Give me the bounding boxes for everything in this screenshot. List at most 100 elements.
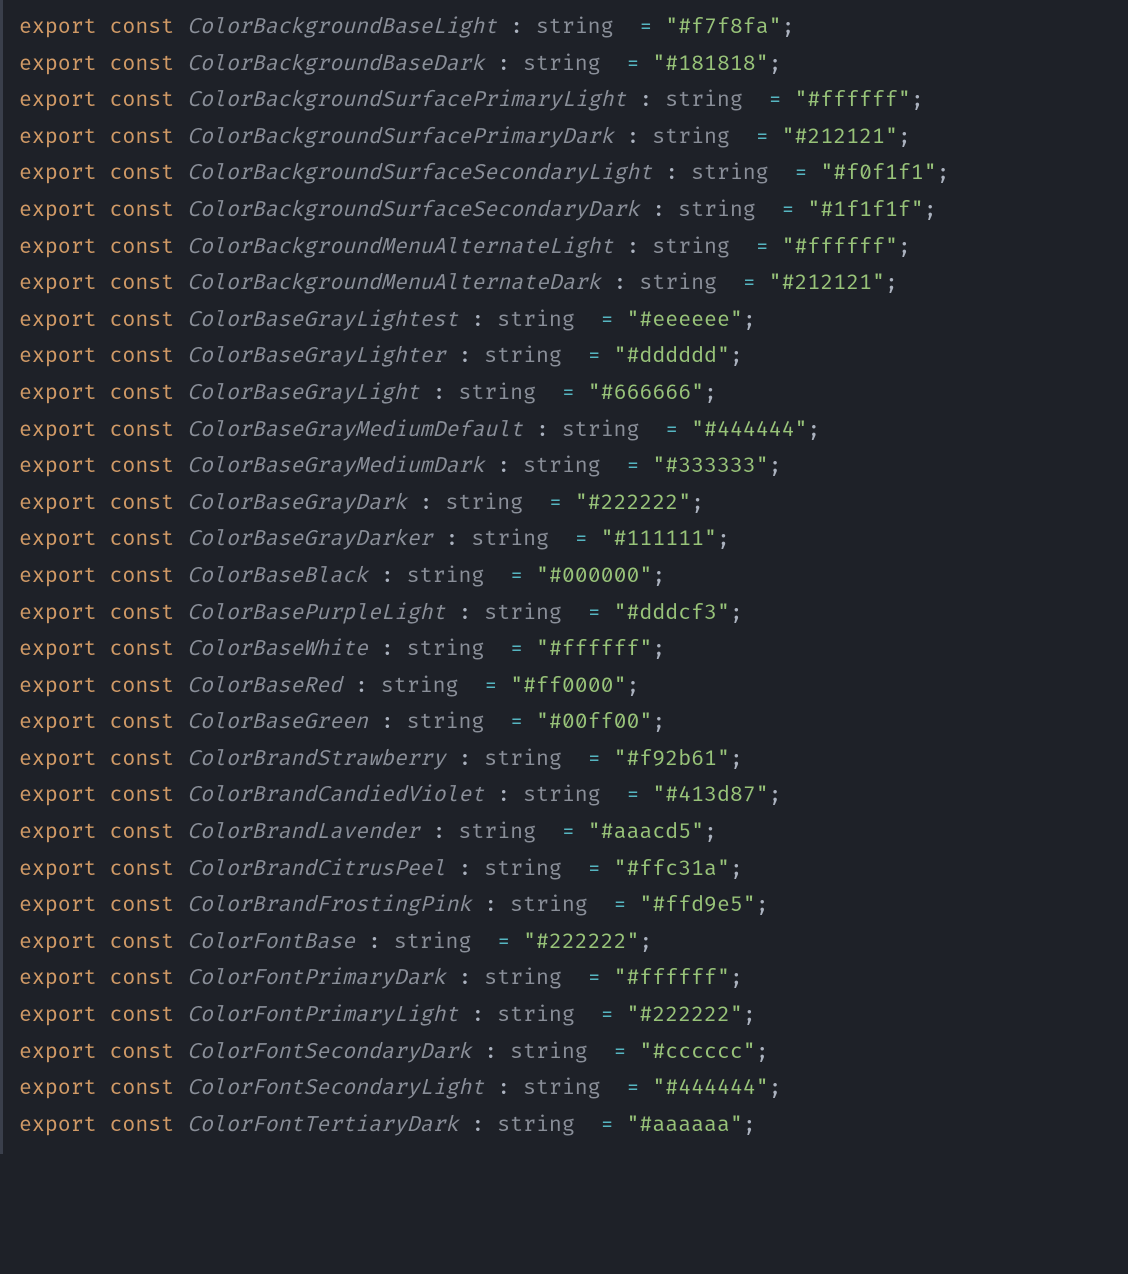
keyword-export: export	[19, 15, 97, 40]
identifier: ColorBackgroundMenuAlternateDark	[187, 271, 601, 296]
keyword-const: const	[109, 820, 174, 845]
code-line[interactable]: export const ColorBaseGrayMediumDark : s…	[19, 449, 1128, 486]
code-line[interactable]: export const ColorFontSecondaryLight : s…	[19, 1071, 1128, 1108]
semicolon: ;	[730, 747, 743, 772]
keyword-export: export	[19, 747, 97, 772]
equals-operator: =	[588, 344, 601, 369]
string-literal: "#cccccc"	[639, 1040, 755, 1065]
type-annotation-colon: :	[652, 161, 691, 186]
identifier: ColorBaseGrayLightest	[187, 308, 458, 333]
identifier: ColorBrandCandiedViolet	[187, 783, 484, 808]
keyword-const: const	[109, 601, 174, 626]
semicolon: ;	[743, 308, 756, 333]
type-name: string	[523, 454, 601, 479]
equals-operator: =	[601, 1003, 614, 1028]
semicolon: ;	[911, 88, 924, 113]
type-annotation-colon: :	[497, 15, 536, 40]
string-literal: "#ffd9e5"	[639, 893, 755, 918]
code-line[interactable]: export const ColorBrandCitrusPeel : stri…	[19, 852, 1128, 889]
semicolon: ;	[937, 161, 950, 186]
code-line[interactable]: export const ColorBackgroundSurfacePrima…	[19, 120, 1128, 157]
keyword-const: const	[109, 1003, 174, 1028]
type-name: string	[458, 820, 536, 845]
identifier: ColorFontTertiaryDark	[187, 1113, 458, 1138]
identifier: ColorBaseGrayDark	[187, 491, 407, 516]
code-line[interactable]: export const ColorBaseGrayMediumDefault …	[19, 413, 1128, 450]
string-literal: "#ffc31a"	[614, 857, 730, 882]
semicolon: ;	[652, 637, 665, 662]
code-line[interactable]: export const ColorBasePurpleLight : stri…	[19, 596, 1128, 633]
code-line[interactable]: export const ColorBackgroundSurfaceSecon…	[19, 193, 1128, 230]
type-name: string	[484, 344, 562, 369]
code-line[interactable]: export const ColorFontBase : string = "#…	[19, 925, 1128, 962]
keyword-const: const	[109, 418, 174, 443]
code-line[interactable]: export const ColorBackgroundBaseLight : …	[19, 10, 1128, 47]
keyword-const: const	[109, 52, 174, 77]
equals-operator: =	[588, 747, 601, 772]
code-line[interactable]: export const ColorBackgroundBaseDark : s…	[19, 47, 1128, 84]
string-literal: "#dddddd"	[614, 344, 730, 369]
code-line[interactable]: export const ColorFontTertiaryDark : str…	[19, 1108, 1128, 1145]
type-name: string	[484, 966, 562, 991]
code-editor[interactable]: export const ColorBackgroundBaseLight : …	[19, 10, 1128, 1144]
type-name: string	[678, 198, 756, 223]
code-line[interactable]: export const ColorBaseRed : string = "#f…	[19, 669, 1128, 706]
code-line[interactable]: export const ColorBackgroundMenuAlternat…	[19, 266, 1128, 303]
keyword-export: export	[19, 52, 97, 77]
string-literal: "#212121"	[769, 271, 885, 296]
keyword-const: const	[109, 381, 174, 406]
code-line[interactable]: export const ColorBrandFrostingPink : st…	[19, 888, 1128, 925]
type-name: string	[562, 418, 640, 443]
string-literal: "#aaaaaa"	[627, 1113, 743, 1138]
code-line[interactable]: export const ColorBaseWhite : string = "…	[19, 632, 1128, 669]
identifier: ColorBaseWhite	[187, 637, 368, 662]
keyword-export: export	[19, 198, 97, 223]
equals-operator: =	[626, 1076, 639, 1101]
semicolon: ;	[898, 125, 911, 150]
keyword-export: export	[19, 161, 97, 186]
code-line[interactable]: export const ColorBaseGreen : string = "…	[19, 705, 1128, 742]
code-line[interactable]: export const ColorBaseGrayLight : string…	[19, 376, 1128, 413]
identifier: ColorBackgroundBaseDark	[187, 52, 484, 77]
equals-operator: =	[601, 308, 614, 333]
type-annotation-colon: :	[446, 747, 485, 772]
semicolon: ;	[704, 381, 717, 406]
semicolon: ;	[730, 601, 743, 626]
code-line[interactable]: export const ColorFontPrimaryLight : str…	[19, 998, 1128, 1035]
equals-operator: =	[588, 966, 601, 991]
keyword-const: const	[109, 198, 174, 223]
code-line[interactable]: export const ColorBaseGrayDarker : strin…	[19, 522, 1128, 559]
semicolon: ;	[756, 1040, 769, 1065]
equals-operator: =	[626, 783, 639, 808]
equals-operator: =	[562, 820, 575, 845]
code-line[interactable]: export const ColorBrandLavender : string…	[19, 815, 1128, 852]
code-line[interactable]: export const ColorBackgroundSurfacePrima…	[19, 83, 1128, 120]
code-line[interactable]: export const ColorFontPrimaryDark : stri…	[19, 961, 1128, 998]
identifier: ColorBackgroundSurfacePrimaryDark	[187, 125, 613, 150]
string-literal: "#f92b61"	[614, 747, 730, 772]
code-line[interactable]: export const ColorBaseGrayLighter : stri…	[19, 339, 1128, 376]
semicolon: ;	[691, 491, 704, 516]
code-line[interactable]: export const ColorBaseGrayLightest : str…	[19, 303, 1128, 340]
keyword-export: export	[19, 491, 97, 516]
type-name: string	[665, 88, 743, 113]
semicolon: ;	[885, 271, 898, 296]
code-line[interactable]: export const ColorFontSecondaryDark : st…	[19, 1035, 1128, 1072]
type-annotation-colon: :	[355, 930, 394, 955]
semicolon: ;	[807, 418, 820, 443]
semicolon: ;	[730, 344, 743, 369]
code-line[interactable]: export const ColorBrandCandiedViolet : s…	[19, 778, 1128, 815]
equals-operator: =	[588, 601, 601, 626]
code-line[interactable]: export const ColorBackgroundSurfaceSecon…	[19, 156, 1128, 193]
keyword-const: const	[109, 637, 174, 662]
code-line[interactable]: export const ColorBaseGrayDark : string …	[19, 486, 1128, 523]
code-line[interactable]: export const ColorBaseBlack : string = "…	[19, 559, 1128, 596]
type-name: string	[484, 747, 562, 772]
type-annotation-colon: :	[639, 198, 678, 223]
code-line[interactable]: export const ColorBrandStrawberry : stri…	[19, 742, 1128, 779]
keyword-const: const	[109, 454, 174, 479]
code-line[interactable]: export const ColorBackgroundMenuAlternat…	[19, 230, 1128, 267]
keyword-const: const	[109, 930, 174, 955]
identifier: ColorBaseGrayLight	[187, 381, 420, 406]
type-annotation-colon: :	[368, 564, 407, 589]
